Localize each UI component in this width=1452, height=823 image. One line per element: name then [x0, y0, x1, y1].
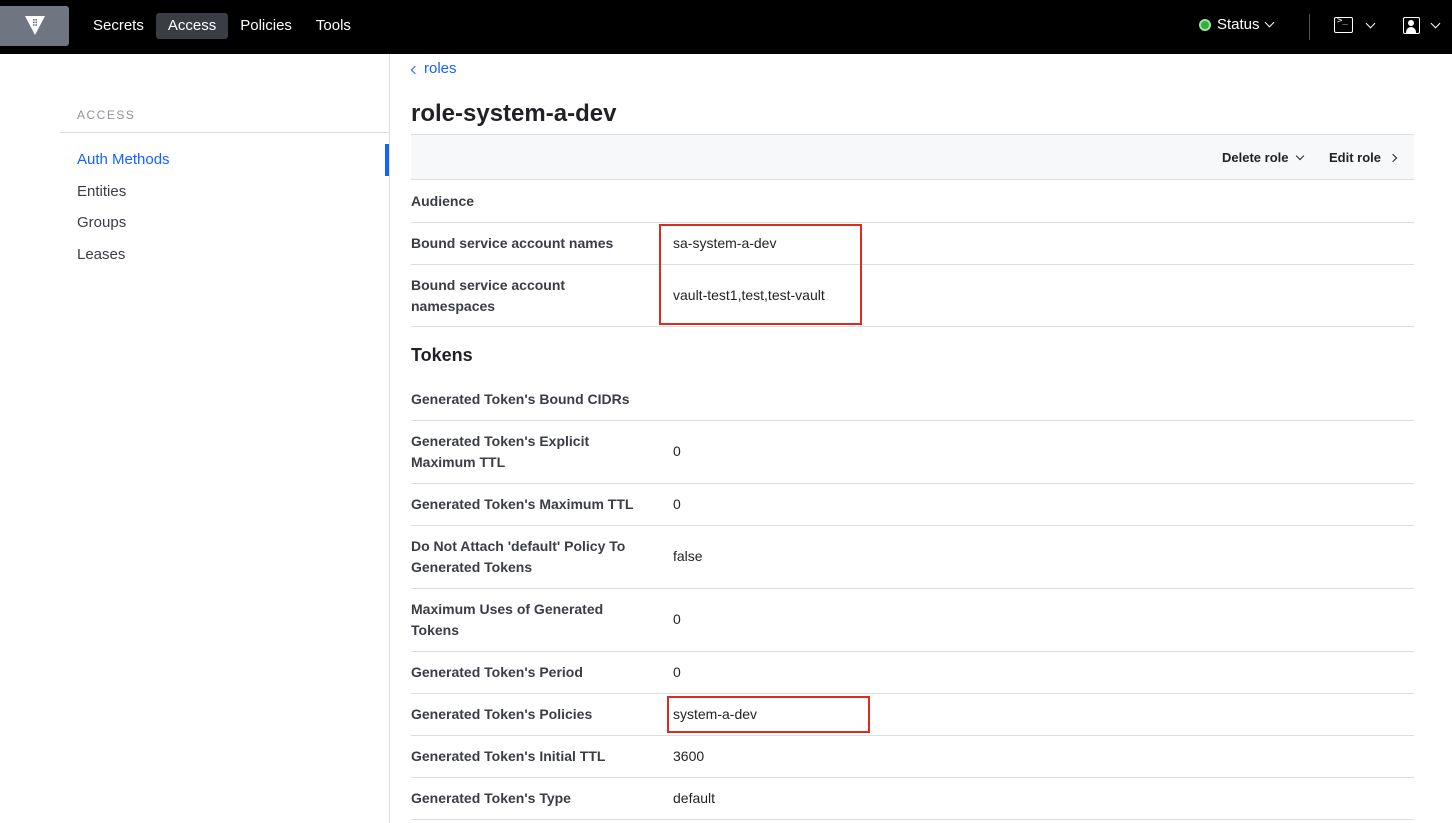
chevron-down-icon [1296, 151, 1305, 161]
chevron-right-icon [1388, 153, 1398, 162]
field-value: 0 [673, 496, 681, 512]
info-row-token-explicit-max-ttl: Generated Token's Explicit Maximum TTL 0 [411, 421, 1414, 484]
main-nav: Secrets Access Policies Tools [81, 13, 363, 39]
breadcrumb[interactable]: roles [410, 60, 457, 77]
vault-logo-icon [24, 16, 45, 35]
field-label: Bound service account namespaces [411, 277, 566, 314]
field-label: Do Not Attach 'default' Policy To Genera… [411, 538, 626, 575]
field-label: Generated Token's Explicit Maximum TTL [411, 433, 590, 470]
field-value: 3600 [673, 748, 705, 764]
info-row-bound-sa-names: Bound service account names sa-system-a-… [411, 223, 1414, 265]
info-row-max-uses: Maximum Uses of Generated Tokens 0 [411, 589, 1414, 652]
field-label: Generated Token's Initial TTL [411, 748, 606, 764]
field-label: Bound service account names [411, 235, 614, 251]
tokens-section-title: Tokens [411, 345, 473, 365]
active-indicator [385, 144, 389, 176]
status-menu[interactable]: Status [1199, 16, 1274, 33]
field-value: default [673, 790, 716, 806]
top-navbar: Secrets Access Policies Tools Status [0, 0, 1452, 54]
info-row-token-max-ttl: Generated Token's Maximum TTL 0 [411, 484, 1414, 526]
field-value: sa-system-a-dev [673, 235, 777, 251]
edit-role-label: Edit role [1329, 150, 1382, 165]
sidebar-heading: ACCESS [77, 108, 136, 122]
field-value: vault-test1,test,test-vault [673, 287, 825, 303]
chevron-down-icon [1264, 17, 1274, 28]
field-label: Audience [411, 193, 475, 209]
delete-role-label: Delete role [1222, 150, 1289, 165]
delete-role-button[interactable]: Delete role [1222, 150, 1305, 165]
field-label: Generated Token's Period [411, 664, 583, 680]
console-menu-button[interactable] [1334, 16, 1376, 33]
info-row-token-period: Generated Token's Period 0 [411, 652, 1414, 694]
nav-secrets[interactable]: Secrets [81, 13, 156, 39]
user-menu-button[interactable] [1403, 17, 1441, 34]
vault-logo-button[interactable] [0, 6, 69, 46]
sidebar-item-auth-methods[interactable]: Auth Methods [77, 151, 170, 168]
field-value: 0 [673, 443, 681, 459]
edit-role-button[interactable]: Edit role [1329, 150, 1398, 165]
nav-access[interactable]: Access [155, 13, 229, 39]
info-row-no-default-policy: Do Not Attach 'default' Policy To Genera… [411, 526, 1414, 589]
toolbar: Delete role Edit role [411, 134, 1414, 180]
breadcrumb-link-roles[interactable]: roles [424, 60, 457, 77]
field-label: Generated Token's Bound CIDRs [411, 391, 630, 407]
info-row-audience: Audience [411, 180, 1414, 223]
field-label: Generated Token's Maximum TTL [411, 496, 634, 512]
sidebar: ACCESS Auth Methods Entities Groups Leas… [0, 54, 390, 823]
chevron-down-icon [1365, 18, 1376, 28]
chevron-left-icon [410, 65, 420, 74]
page-title: role-system-a-dev [411, 100, 617, 127]
user-icon [1403, 17, 1420, 34]
field-value: system-a-dev [673, 706, 758, 722]
nav-tools[interactable]: Tools [304, 13, 363, 39]
info-row-token-initial-ttl: Generated Token's Initial TTL 3600 [411, 736, 1414, 778]
field-value: false [673, 548, 703, 564]
status-label: Status [1217, 16, 1260, 33]
info-row-bound-sa-namespaces: Bound service account namespaces vault-t… [411, 265, 1414, 327]
status-ok-icon [1199, 18, 1211, 31]
field-value: 0 [673, 664, 681, 680]
sidebar-item-leases[interactable]: Leases [77, 246, 125, 263]
nav-divider [1309, 14, 1310, 40]
nav-policies[interactable]: Policies [228, 13, 304, 39]
divider [60, 132, 390, 133]
chevron-down-icon [1430, 18, 1441, 29]
field-label: Maximum Uses of Generated Tokens [411, 601, 604, 638]
info-row-token-type: Generated Token's Type default [411, 778, 1414, 820]
field-label: Generated Token's Policies [411, 706, 593, 722]
field-value: 0 [673, 611, 681, 627]
sidebar-item-groups[interactable]: Groups [77, 214, 126, 231]
field-label: Generated Token's Type [411, 790, 571, 806]
terminal-icon [1334, 16, 1353, 33]
info-row-token-policies: Generated Token's Policies system-a-dev [411, 694, 1414, 736]
info-row-token-bound-cidrs: Generated Token's Bound CIDRs [411, 379, 1414, 421]
sidebar-item-entities[interactable]: Entities [77, 183, 126, 200]
